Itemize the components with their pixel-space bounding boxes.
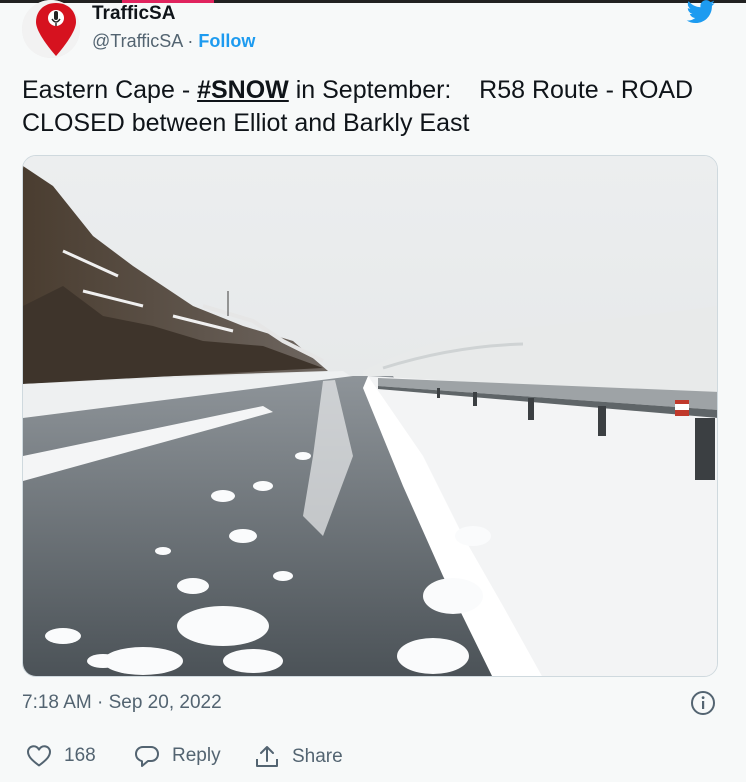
reply-label: Reply <box>172 745 221 766</box>
reply-icon <box>135 746 159 767</box>
map-pin-icon <box>22 0 80 58</box>
handle-row: @TrafficSA · Follow <box>92 31 255 52</box>
tweet-photo[interactable] <box>22 155 718 677</box>
like-button[interactable]: 168 <box>26 744 96 768</box>
embedded-tweet: TrafficSA @TrafficSA · Follow Eastern Ca… <box>0 0 746 782</box>
twitter-bird-icon[interactable] <box>684 0 718 24</box>
avatar[interactable] <box>22 0 80 58</box>
user-handle[interactable]: @TrafficSA <box>92 31 182 51</box>
reply-button[interactable]: Reply <box>134 744 221 768</box>
tweet-timestamp[interactable]: 7:18 AM · Sep 20, 2022 <box>22 692 222 714</box>
handle-separator: · <box>187 31 194 51</box>
heart-icon <box>27 745 51 767</box>
tweet-text: Eastern Cape - #SNOW in September: R58 R… <box>22 74 722 140</box>
user-name[interactable]: TrafficSA <box>92 3 175 25</box>
like-count: 168 <box>64 745 96 766</box>
info-icon[interactable] <box>690 690 716 716</box>
tweet-text-start: Eastern Cape - <box>22 76 198 104</box>
share-icon <box>256 746 278 767</box>
hashtag-link[interactable]: #SNOW <box>197 76 289 104</box>
share-button[interactable]: Share <box>254 744 343 770</box>
snowy-road-photo <box>23 156 717 676</box>
follow-button[interactable]: Follow <box>198 31 255 51</box>
share-label: Share <box>292 746 343 767</box>
